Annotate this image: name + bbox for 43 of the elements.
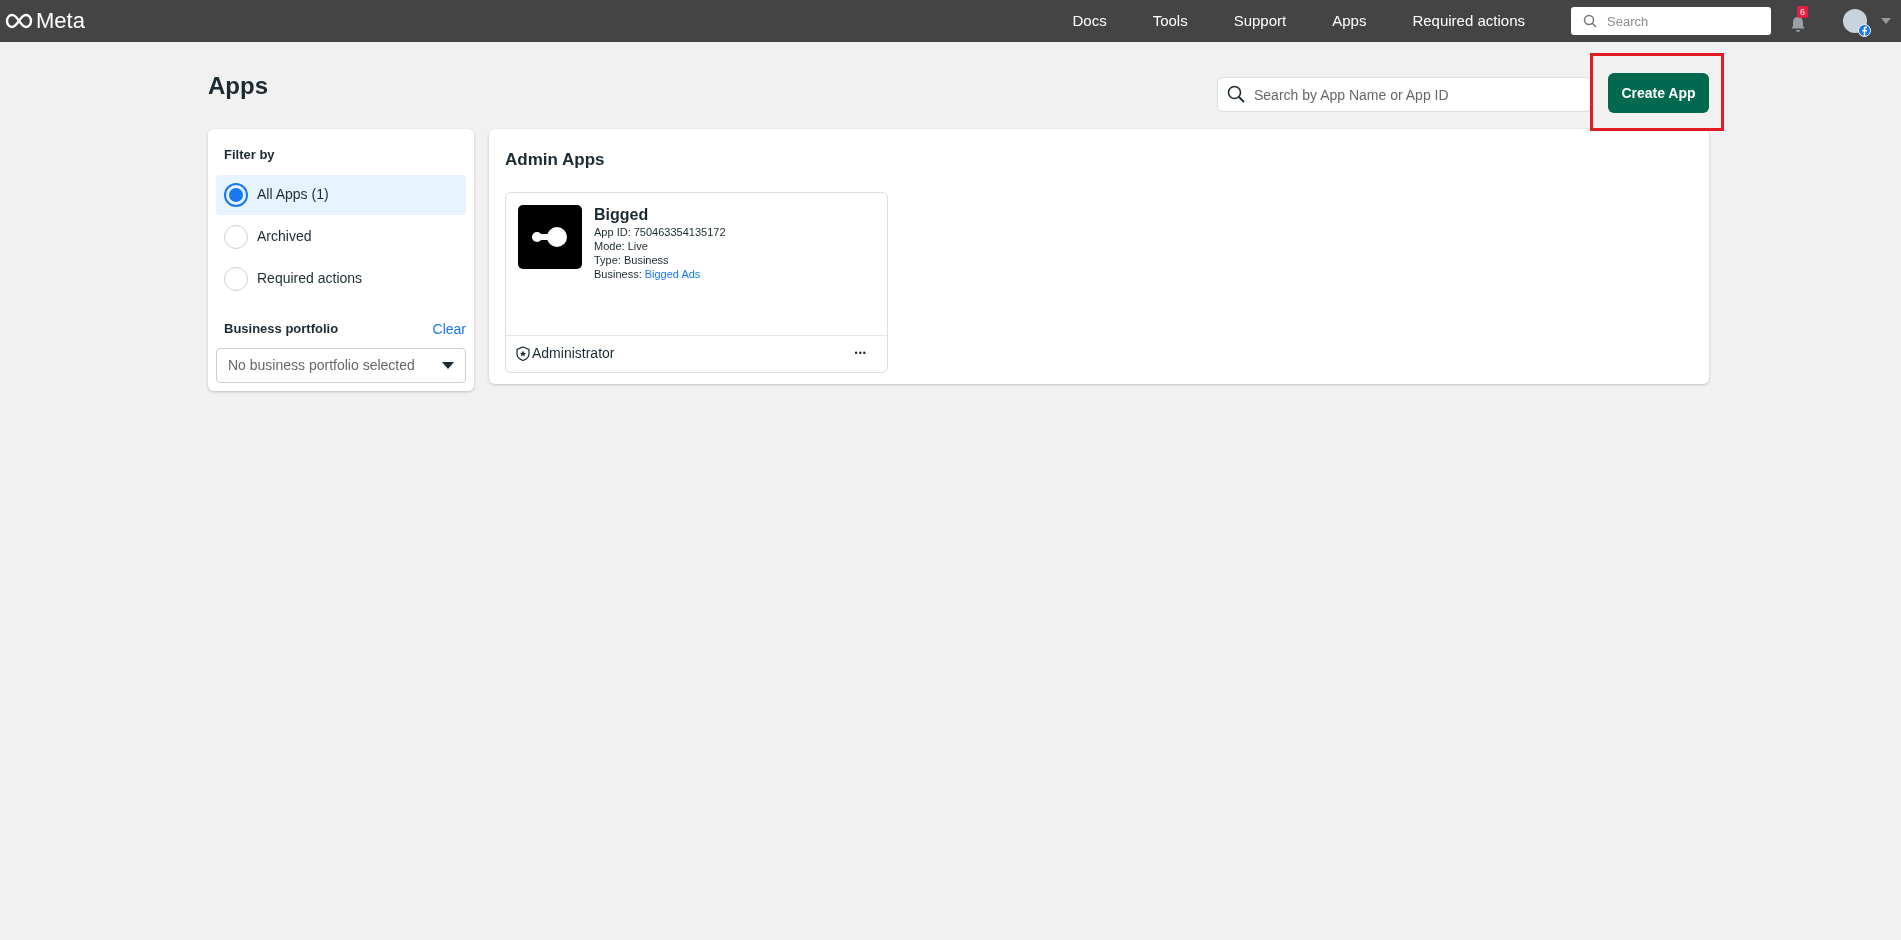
blob-icon: [530, 224, 570, 249]
app-name: Bigged: [594, 204, 650, 225]
section-heading: Filter by: [223, 146, 276, 164]
search-icon: [1227, 85, 1245, 103]
portfolio-dropdown[interactable]: No business portfolio selected: [216, 347, 466, 383]
filter-option[interactable]: Required actions: [216, 258, 466, 299]
option-label: Archived: [257, 227, 312, 246]
avatar[interactable]: [1843, 9, 1867, 33]
caret-icon[interactable]: [1881, 18, 1891, 24]
option-label: Required actions: [257, 269, 363, 288]
role-label: Administrator: [532, 344, 615, 363]
notification-badge: 6: [1797, 6, 1808, 18]
option-label: All Apps (1): [257, 185, 329, 204]
app-card[interactable]: Bigged App ID: 750463354135172 Mode: Live Type: Business Business: Bigged Ads Administrator •••: [505, 191, 888, 373]
business-label: Business:: [594, 266, 642, 281]
app-id: App ID: 750463354135172: [594, 224, 726, 239]
logo-text[interactable]: Meta: [36, 10, 85, 32]
clear-link[interactable]: Clear: [432, 318, 466, 340]
business-link[interactable]: Bigged Ads: [644, 266, 701, 281]
caret-icon: [442, 361, 454, 369]
nav-link[interactable]: Tools: [1152, 9, 1188, 33]
dropdown-value: No business portfolio selected: [228, 355, 415, 375]
nav-link[interactable]: Docs: [1072, 9, 1107, 33]
shield-star-icon: [516, 346, 530, 361]
create-app-button[interactable]: Create App: [1608, 73, 1709, 113]
app-mode: Mode: Live: [594, 238, 649, 253]
filter-option[interactable]: Archived: [216, 216, 466, 257]
search-field[interactable]: Search by App Name or App ID: [1217, 77, 1592, 112]
panel-title: Admin Apps: [505, 149, 606, 171]
section-heading: Business portfolio: [224, 320, 339, 339]
radio-button[interactable]: [224, 182, 248, 207]
facebook-icon: [1858, 24, 1871, 37]
search-icon: [1583, 14, 1597, 28]
infinity-logo-icon: [5, 13, 33, 29]
nav-link[interactable]: Support: [1233, 9, 1287, 33]
page-title: Apps: [208, 71, 268, 101]
filter-option[interactable]: All Apps (1): [216, 174, 466, 215]
search-field[interactable]: Search: [1571, 7, 1771, 35]
nav-link[interactable]: Apps: [1332, 9, 1367, 33]
bell-icon[interactable]: [1789, 15, 1807, 33]
more-options-button[interactable]: •••: [854, 346, 867, 361]
app-type: Type: Business: [594, 252, 670, 267]
nav-link[interactable]: Required actions: [1412, 9, 1525, 33]
